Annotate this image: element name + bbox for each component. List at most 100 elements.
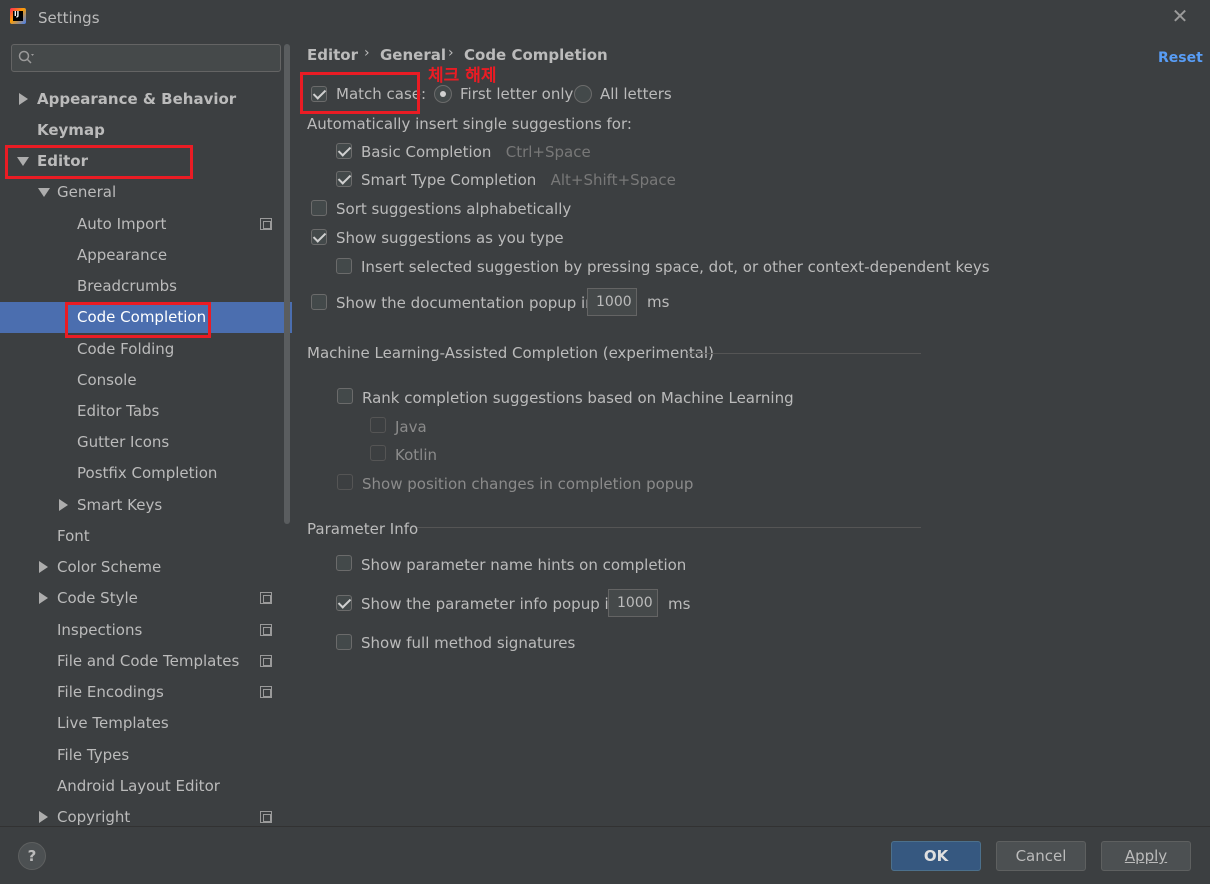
param-info-delay-input[interactable]: 1000 (608, 589, 658, 617)
doc-popup-unit: ms (647, 293, 670, 311)
sidebar-item-editor-tabs[interactable]: Editor Tabs (77, 396, 159, 427)
sidebar-item-gutter-icons[interactable]: Gutter Icons (77, 427, 169, 458)
smart-type-completion-label: Smart Type Completion Alt+Shift+Space (361, 169, 676, 191)
sidebar-item-editor[interactable]: Editor (37, 146, 88, 177)
doc-popup-checkbox[interactable] (311, 294, 327, 310)
intellij-app-icon: IJ (10, 8, 26, 24)
sidebar-item-postfix-completion[interactable]: Postfix Completion (77, 458, 217, 489)
search-icon (18, 50, 34, 64)
project-scope-icon (260, 218, 272, 230)
smart-type-shortcut: Alt+Shift+Space (550, 171, 676, 189)
sidebar-item-code-completion[interactable]: Code Completion (77, 302, 206, 333)
sidebar-item-console[interactable]: Console (77, 365, 137, 396)
project-scope-icon (260, 624, 272, 636)
smart-type-completion-text: Smart Type Completion (361, 171, 537, 189)
match-case-checkbox[interactable] (311, 86, 327, 102)
breadcrumb-separator: › (364, 45, 370, 61)
rank-ml-checkbox[interactable] (337, 388, 353, 404)
rank-ml-label: Rank completion suggestions based on Mac… (362, 389, 794, 407)
sidebar-item-file-encodings[interactable]: File Encodings (57, 677, 164, 708)
sidebar-item-color-scheme[interactable]: Color Scheme (57, 552, 161, 583)
basic-completion-shortcut: Ctrl+Space (505, 143, 591, 161)
param-name-hints-label: Show parameter name hints on completion (361, 556, 687, 574)
param-info-popup-label: Show the parameter info popup in (361, 595, 619, 613)
kotlin-label: Kotlin (395, 446, 437, 464)
param-info-popup-checkbox[interactable] (336, 595, 352, 611)
sidebar-item-android-layout-editor[interactable]: Android Layout Editor (57, 771, 220, 802)
annotation-box-editor (5, 145, 193, 179)
close-icon[interactable]: ✕ (1168, 4, 1192, 28)
project-scope-icon (260, 655, 272, 667)
parameter-info-title: Parameter Info (307, 520, 419, 538)
java-label: Java (395, 418, 427, 436)
collapse-arrow-icon[interactable] (38, 188, 50, 197)
section-divider (687, 353, 921, 354)
sort-alphabetically-checkbox[interactable] (311, 200, 327, 216)
sidebar-item-live-templates[interactable]: Live Templates (57, 708, 169, 739)
window-title: Settings (38, 9, 100, 27)
full-signatures-label: Show full method signatures (361, 634, 576, 652)
sidebar-item-inspections[interactable]: Inspections (57, 615, 142, 646)
sidebar-item-appearance[interactable]: Appearance (77, 240, 167, 271)
project-scope-icon (260, 811, 272, 823)
cancel-button[interactable]: Cancel (996, 841, 1086, 871)
all-letters-radio[interactable] (574, 85, 592, 103)
position-changes-label: Show position changes in completion popu… (362, 475, 694, 493)
auto-insert-header: Automatically insert single suggestions … (307, 115, 632, 133)
expand-arrow-icon[interactable] (19, 93, 28, 105)
reset-link[interactable]: Reset (1158, 50, 1203, 66)
param-name-hints-checkbox[interactable] (336, 555, 352, 571)
kotlin-checkbox[interactable] (370, 445, 386, 461)
dialog-button-bar: ? OK Cancel Apply (0, 826, 1210, 884)
basic-completion-checkbox[interactable] (336, 143, 352, 159)
sidebar-item-smart-keys[interactable]: Smart Keys (77, 490, 162, 521)
expand-arrow-icon[interactable] (39, 592, 48, 604)
sidebar-scrollbar[interactable] (284, 44, 290, 524)
sidebar-item-code-folding[interactable]: Code Folding (77, 334, 174, 365)
ok-button[interactable]: OK (891, 841, 981, 871)
sidebar-item-code-style[interactable]: Code Style (57, 583, 138, 614)
doc-popup-delay-input[interactable]: 1000 (587, 288, 637, 316)
show-as-you-type-label: Show suggestions as you type (336, 229, 564, 247)
sidebar-item-copyright[interactable]: Copyright (57, 802, 130, 826)
match-case-label: Match case: (336, 85, 427, 103)
expand-arrow-icon[interactable] (59, 499, 68, 511)
collapse-arrow-icon[interactable] (17, 157, 29, 166)
help-button[interactable]: ? (18, 842, 46, 870)
project-scope-icon (260, 592, 272, 604)
section-divider (417, 527, 921, 528)
breadcrumb-editor[interactable]: Editor (307, 46, 358, 64)
sidebar-item-keymap[interactable]: Keymap (37, 115, 105, 146)
all-letters-label: All letters (600, 85, 672, 103)
sidebar-item-breadcrumbs[interactable]: Breadcrumbs (77, 271, 177, 302)
sidebar-item-file-code-templates[interactable]: File and Code Templates (57, 646, 239, 677)
sidebar-item-appearance-behavior[interactable]: Appearance & Behavior (37, 84, 236, 115)
search-input[interactable] (11, 44, 281, 72)
param-info-unit: ms (668, 595, 691, 613)
sidebar-item-font[interactable]: Font (57, 521, 90, 552)
first-letter-only-radio[interactable] (434, 85, 452, 103)
expand-arrow-icon[interactable] (39, 561, 48, 573)
sidebar-item-file-types[interactable]: File Types (57, 740, 129, 771)
breadcrumb-separator: › (448, 45, 454, 61)
ml-section-title: Machine Learning-Assisted Completion (ex… (307, 344, 714, 362)
apply-label: Apply (1124, 847, 1168, 865)
insert-selected-label: Insert selected suggestion by pressing s… (361, 258, 990, 276)
show-as-you-type-checkbox[interactable] (311, 229, 327, 245)
java-checkbox[interactable] (370, 417, 386, 433)
position-changes-checkbox[interactable] (337, 474, 353, 490)
settings-sidebar: Appearance & Behavior Keymap Editor Gene… (0, 36, 292, 826)
basic-completion-label: Basic Completion Ctrl+Space (361, 141, 591, 163)
expand-arrow-icon[interactable] (39, 811, 48, 823)
doc-popup-label: Show the documentation popup in (336, 294, 595, 312)
title-bar: IJ Settings ✕ (0, 0, 1210, 36)
full-signatures-checkbox[interactable] (336, 634, 352, 650)
insert-selected-checkbox[interactable] (336, 258, 352, 274)
project-scope-icon (260, 686, 272, 698)
apply-button[interactable]: Apply (1101, 841, 1191, 871)
smart-type-completion-checkbox[interactable] (336, 171, 352, 187)
first-letter-only-label: First letter only (460, 85, 574, 103)
sort-alphabetically-label: Sort suggestions alphabetically (336, 200, 572, 218)
sidebar-item-auto-import[interactable]: Auto Import (77, 209, 166, 240)
sidebar-item-general[interactable]: General (57, 177, 116, 208)
